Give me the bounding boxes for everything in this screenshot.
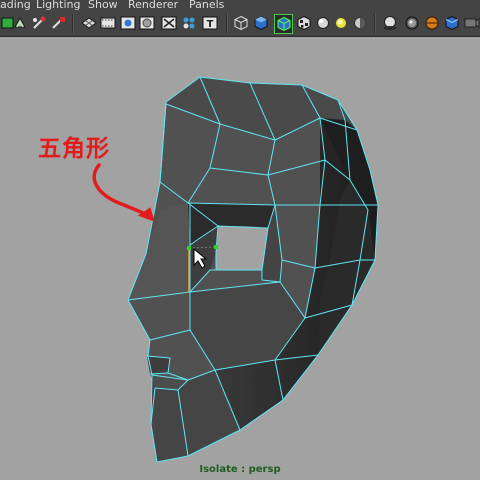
selected-vertex[interactable]	[187, 246, 191, 250]
face-mesh[interactable]	[0, 37, 480, 480]
camera-attributes-icon[interactable]	[464, 14, 480, 32]
menu-show[interactable]: Show	[88, 0, 118, 11]
menu-renderer[interactable]: Renderer	[128, 0, 178, 11]
toolbar-separator	[72, 14, 74, 33]
maya-viewport-window: ading Lighting Show Renderer Panels T 五角…	[0, 0, 480, 480]
selected-vertex[interactable]	[214, 245, 218, 249]
safe-title-icon[interactable]: T	[202, 14, 218, 32]
use-default-material-icon[interactable]	[315, 14, 331, 32]
shadows-icon[interactable]	[352, 14, 368, 32]
texture-placement-icon[interactable]	[444, 14, 460, 32]
panel-toolbar: T	[0, 11, 480, 37]
textured-icon[interactable]	[296, 14, 312, 32]
toolbar-separator	[374, 14, 376, 33]
panel-menu-bar: ading Lighting Show Renderer Panels	[0, 0, 480, 11]
film-gate-icon[interactable]	[100, 14, 116, 32]
gate-mask-icon[interactable]	[139, 14, 155, 32]
menu-shading[interactable]: ading	[0, 0, 31, 11]
isolate-icon[interactable]	[404, 14, 420, 32]
resolution-gate-icon[interactable]	[120, 14, 136, 32]
bookmark-icon[interactable]	[31, 14, 47, 32]
menu-lighting[interactable]: Lighting	[36, 0, 80, 11]
pentagon-annotation-label: 五角形	[38, 136, 110, 162]
wireframe-icon[interactable]	[233, 14, 249, 32]
persp-viewport[interactable]	[0, 37, 480, 480]
annotation-arrow	[92, 163, 150, 217]
xray-icon[interactable]	[424, 14, 440, 32]
menu-panels[interactable]: Panels	[189, 0, 224, 11]
safe-action-icon[interactable]	[181, 14, 197, 32]
render-icon[interactable]	[382, 14, 398, 32]
wireframe-on-shaded-icon[interactable]	[274, 14, 293, 34]
toolbar-separator	[226, 14, 228, 33]
isolate-status-label: Isolate : persp	[199, 464, 281, 475]
grid-icon[interactable]	[81, 14, 97, 32]
eye-hole	[216, 226, 268, 270]
image-plane-icon[interactable]	[50, 14, 66, 32]
lock-camera-icon[interactable]	[12, 14, 28, 32]
smooth-shade-icon[interactable]	[253, 14, 269, 32]
lights-icon[interactable]	[333, 14, 349, 32]
field-chart-icon[interactable]	[161, 14, 177, 32]
svg-text:T: T	[207, 19, 214, 30]
